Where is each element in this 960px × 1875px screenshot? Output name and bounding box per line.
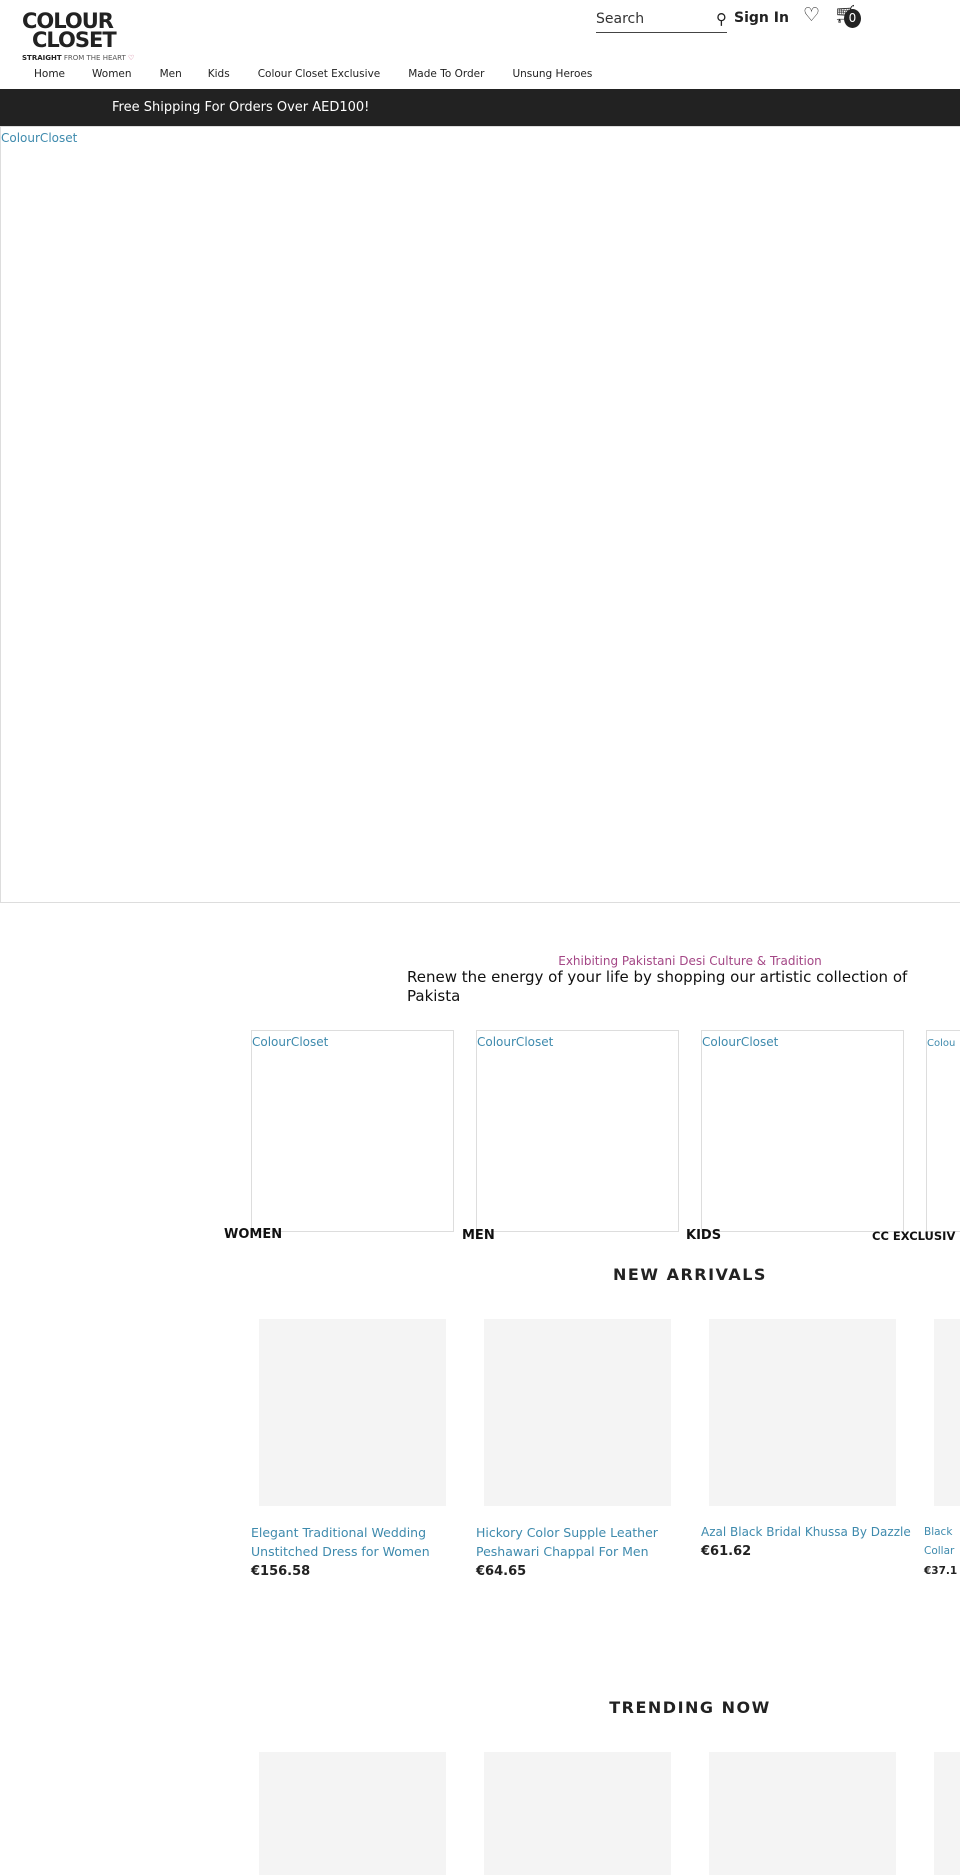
category-women-image[interactable]: ColourCloset (251, 1030, 454, 1232)
intro-heading: Renew the energy of your life by shoppin… (407, 968, 908, 1005)
category-kids-image[interactable]: ColourCloset (701, 1030, 904, 1232)
heart-logo-icon: ♡ (128, 54, 135, 62)
category-label-women[interactable]: WOMEN (224, 1227, 282, 1242)
search-icon[interactable]: ⚲ (716, 10, 727, 28)
product-price: €61.62 (701, 1544, 752, 1559)
nav-kids[interactable]: Kids (208, 68, 230, 80)
promo-bar: Free Shipping For Orders Over AED100! (0, 89, 960, 126)
intro-tagline: Exhibiting Pakistani Desi Culture & Trad… (558, 954, 822, 968)
hero-banner-image[interactable]: ColourCloset (0, 126, 960, 903)
product-title[interactable]: Elegant Traditional Wedding Unstitched D… (251, 1523, 451, 1561)
product-image[interactable] (934, 1752, 960, 1875)
search-input[interactable] (596, 11, 696, 27)
category-label-cc-exclusive[interactable]: CC EXCLUSIV (872, 1229, 955, 1243)
product-image[interactable] (259, 1319, 446, 1506)
nav-colour-closet-exclusive[interactable]: Colour Closet Exclusive (258, 68, 381, 80)
logo-line-2: CLOSET (32, 28, 117, 52)
product-title[interactable]: Black Collar (924, 1523, 960, 1561)
sign-in-link[interactable]: Sign In (734, 10, 789, 26)
category-cc-exclusive-image[interactable]: Colou (926, 1030, 960, 1232)
product-image[interactable] (259, 1752, 446, 1875)
product-title[interactable]: Hickory Color Supple Leather Peshawari C… (476, 1523, 676, 1561)
product-image[interactable] (484, 1752, 671, 1875)
logo[interactable]: COLOUR CLOSET STRAIGHT FROM THE HEART ♡ (22, 11, 142, 63)
main-nav: Home Women Men Kids Colour Closet Exclus… (22, 68, 604, 80)
nav-women[interactable]: Women (92, 68, 132, 80)
product-price: €64.65 (476, 1564, 527, 1579)
logo-tagline: STRAIGHT FROM THE HEART ♡ (22, 54, 135, 62)
search-box: ⚲ (596, 6, 727, 33)
cart-count-badge: 0 (844, 9, 861, 28)
nav-unsung-heroes[interactable]: Unsung Heroes (512, 68, 592, 80)
nav-men[interactable]: Men (160, 68, 182, 80)
product-image[interactable] (484, 1319, 671, 1506)
new-arrivals-title: NEW ARRIVALS (613, 1265, 767, 1284)
category-label-men[interactable]: MEN (462, 1228, 495, 1243)
hero-alt-text: ColourCloset (1, 131, 78, 145)
nav-made-to-order[interactable]: Made To Order (408, 68, 484, 80)
wishlist-heart-icon[interactable]: ♡ (803, 4, 820, 26)
nav-home[interactable]: Home (34, 68, 65, 80)
product-image[interactable] (934, 1319, 960, 1506)
category-men-image[interactable]: ColourCloset (476, 1030, 679, 1232)
product-image[interactable] (709, 1752, 896, 1875)
trending-now-title: TRENDING NOW (609, 1698, 771, 1717)
product-price: €37.1 (924, 1565, 958, 1577)
product-image[interactable] (709, 1319, 896, 1506)
product-price: €156.58 (251, 1564, 311, 1579)
category-label-kids[interactable]: KIDS (686, 1228, 721, 1243)
product-title[interactable]: Azal Black Bridal Khussa By Dazzle (701, 1523, 931, 1542)
